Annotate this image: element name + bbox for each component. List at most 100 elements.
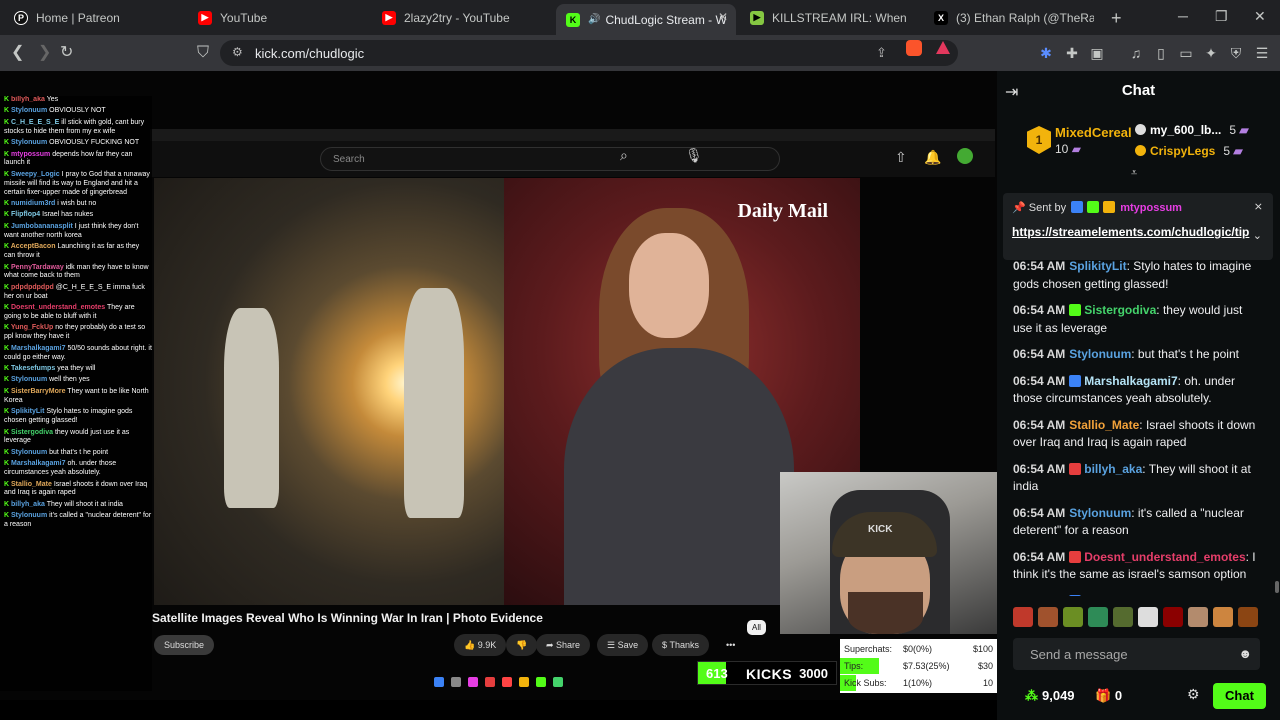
message-username[interactable]: SplikityLit xyxy=(1069,259,1126,273)
chat-input-box[interactable]: ☻ xyxy=(1013,638,1260,670)
site-info-icon[interactable]: ⚙ xyxy=(232,45,243,59)
pinned-link[interactable]: https://streamelements.com/chudlogic/tip xyxy=(1012,223,1249,241)
screenshot-icon[interactable]: ▣ xyxy=(1089,45,1105,61)
overlay-chat-line: K mtypossum depends how far they can lau… xyxy=(0,151,152,169)
emote-icon[interactable] xyxy=(1138,607,1158,627)
emote-icon[interactable] xyxy=(1188,607,1208,627)
gear-icon[interactable]: ⚙ xyxy=(1187,686,1200,703)
gift-subs[interactable]: 🎁 0 xyxy=(1095,688,1122,704)
extensions-puzzle-icon[interactable]: ✚ xyxy=(1064,45,1080,61)
media-icon[interactable]: ♫ xyxy=(1128,45,1144,61)
captured-browser-tabs xyxy=(150,129,995,141)
user-badge-icon xyxy=(1069,462,1082,475)
vpn-icon[interactable]: ⛨ xyxy=(1228,45,1244,61)
emote-icon[interactable] xyxy=(1013,607,1033,627)
leo-icon[interactable]: ✦ xyxy=(1203,45,1219,61)
overlay-chat-line: K PennyTardaway idk man they have to kno… xyxy=(0,264,152,282)
overlay-chat-line: K Sistergodiva they would just use it as… xyxy=(0,429,152,447)
restore-icon[interactable]: ❐ xyxy=(1215,8,1228,25)
message-username[interactable]: mtypossum xyxy=(1084,594,1151,597)
message-username[interactable]: billyh_aka xyxy=(1084,462,1142,476)
emote-icon[interactable] xyxy=(1163,607,1183,627)
channel-points[interactable]: ⁂ 9,049 xyxy=(1025,688,1075,704)
message-username[interactable]: Doesnt_understand_emotes xyxy=(1084,550,1245,564)
app-icon xyxy=(468,677,478,687)
sidebar-icon[interactable]: ▯ xyxy=(1153,45,1169,61)
chat-message: 06:54 AM Stylonuum: but that's t he point xyxy=(1013,347,1239,361)
send-chat-button[interactable]: Chat xyxy=(1213,683,1266,709)
message-timestamp: 06:54 AM xyxy=(1013,373,1066,388)
youtube-search-box: Search xyxy=(320,147,780,171)
overlay-chat-user: Stallio_Mate xyxy=(11,480,52,488)
emote-icon[interactable] xyxy=(1088,607,1108,627)
stat-goal: $30 xyxy=(977,661,993,671)
app-icon xyxy=(553,677,563,687)
overlay-chat-line: K numidium3rd i wish but no xyxy=(0,200,152,209)
scroll-thumb[interactable] xyxy=(1275,581,1279,593)
message-username[interactable]: Stylonuum xyxy=(1069,347,1131,361)
minimize-icon[interactable]: ─ xyxy=(1178,8,1188,24)
tab-strip: P Home | Patreon ▶ YouTube ▶ 2lazy2try -… xyxy=(0,0,1280,35)
close-tab-icon[interactable]: ✕ xyxy=(718,10,728,24)
message-username[interactable]: Sistergodiva xyxy=(1084,303,1156,317)
message-username[interactable]: Stylonuum xyxy=(1069,506,1131,520)
overlay-chat-user: Takesefumps xyxy=(11,365,56,373)
emote-icon[interactable] xyxy=(1113,607,1133,627)
chat-message-input[interactable] xyxy=(1013,638,1233,670)
pinned-user[interactable]: mtypossum xyxy=(1120,202,1182,214)
overlay-chat-line: K pdpdpdpdpd @C_H_E_E_S_E imma fuck her … xyxy=(0,284,152,302)
wallet-icon[interactable]: ▭ xyxy=(1178,45,1194,61)
emote-icon[interactable] xyxy=(1038,607,1058,627)
message-timestamp: 06:54 AM xyxy=(1013,303,1066,317)
overlay-chat-line: K billyh_aka They will shoot it at india xyxy=(0,501,152,510)
emote-icon[interactable] xyxy=(1063,607,1083,627)
overlay-chat-line: K SplikityLit Stylo hates to imagine god… xyxy=(0,408,152,426)
kick-badge-icon: K xyxy=(4,376,11,384)
kick-badge-icon: K xyxy=(4,500,11,508)
gift-leaderboard[interactable]: 1 MixedCereal 10 ▰ my_600_lb... 5 ▰ Crisp… xyxy=(997,119,1280,163)
stat-value: $7.53(25%) xyxy=(903,661,950,671)
share-icon[interactable]: ⇪ xyxy=(876,45,887,61)
extension-icon[interactable]: ✱ xyxy=(1038,45,1054,61)
message-username[interactable]: Stallio_Mate xyxy=(1069,418,1139,432)
kick-badge-icon: K xyxy=(4,263,11,271)
tab-x-ethan-ralph[interactable]: X (3) Ethan Ralph (@TheRalphRet xyxy=(924,4,1104,31)
overlay-chat-text: well then yes xyxy=(49,376,90,384)
brave-shields-icon[interactable] xyxy=(906,40,922,56)
thanks-icon: $ xyxy=(662,640,670,650)
stat-kick-subs: Kick Subs: 1(10%) 10 xyxy=(840,675,997,691)
forward-icon[interactable]: ❯ xyxy=(38,43,51,63)
new-tab-icon[interactable]: + xyxy=(1111,8,1122,29)
overlay-chat-line: K Stylonuum it's called a "nuclear deter… xyxy=(0,512,152,530)
share-button: ➦ Share xyxy=(536,634,591,656)
tab-chudlogic[interactable]: K 🔊 ChudLogic Stream - Wat ✕ xyxy=(556,4,736,35)
expand-leaderboard-icon[interactable]: ⩡ xyxy=(1131,167,1137,180)
chat-scrollbar[interactable] xyxy=(1275,259,1279,599)
gift-badge-icon xyxy=(1103,201,1116,213)
stream-player[interactable]: Search ⌕ 🎙 ⇧ 🔔 Daily Mail Satellite Imag… xyxy=(0,71,997,700)
unpin-icon[interactable]: ⨯ xyxy=(1254,200,1263,213)
badge-icon xyxy=(1087,201,1100,213)
close-window-icon[interactable]: ✕ xyxy=(1254,8,1266,25)
overlay-chat-user: SplikityLit xyxy=(11,408,45,416)
brave-rewards-icon[interactable] xyxy=(936,41,950,54)
tab-killstream[interactable]: ▶ KILLSTREAM IRL: When Ethan M xyxy=(740,4,920,31)
gifter-badge-icon xyxy=(1135,145,1146,156)
emoji-icon[interactable]: ☻ xyxy=(1238,646,1252,661)
tab-2lazy2try[interactable]: ▶ 2lazy2try - YouTube xyxy=(372,4,552,31)
gifter-3: CrispyLegs 5 ▰ xyxy=(1135,144,1243,158)
overlay-chat-line: K AcceptBacon Launching it as far as the… xyxy=(0,243,152,261)
tab-youtube[interactable]: ▶ YouTube xyxy=(188,4,368,31)
emote-icon[interactable] xyxy=(1238,607,1258,627)
bookmark-icon[interactable]: ⛉ xyxy=(197,43,209,63)
address-bar[interactable]: ⚙ kick.com/chudlogic ⇪ xyxy=(220,40,958,66)
chevron-down-icon[interactable]: ⌄ xyxy=(1253,229,1262,242)
back-icon[interactable]: ❮ xyxy=(11,43,24,63)
menu-icon[interactable]: ☰ xyxy=(1254,45,1270,61)
emote-icon[interactable] xyxy=(1213,607,1233,627)
like-count: 9.9K xyxy=(477,640,497,650)
tab-patreon[interactable]: P Home | Patreon xyxy=(4,4,184,31)
gifter-count: 5 xyxy=(1229,123,1237,137)
reload-icon[interactable]: ↻ xyxy=(60,43,73,63)
message-username[interactable]: Marshalkagami7 xyxy=(1084,374,1177,388)
